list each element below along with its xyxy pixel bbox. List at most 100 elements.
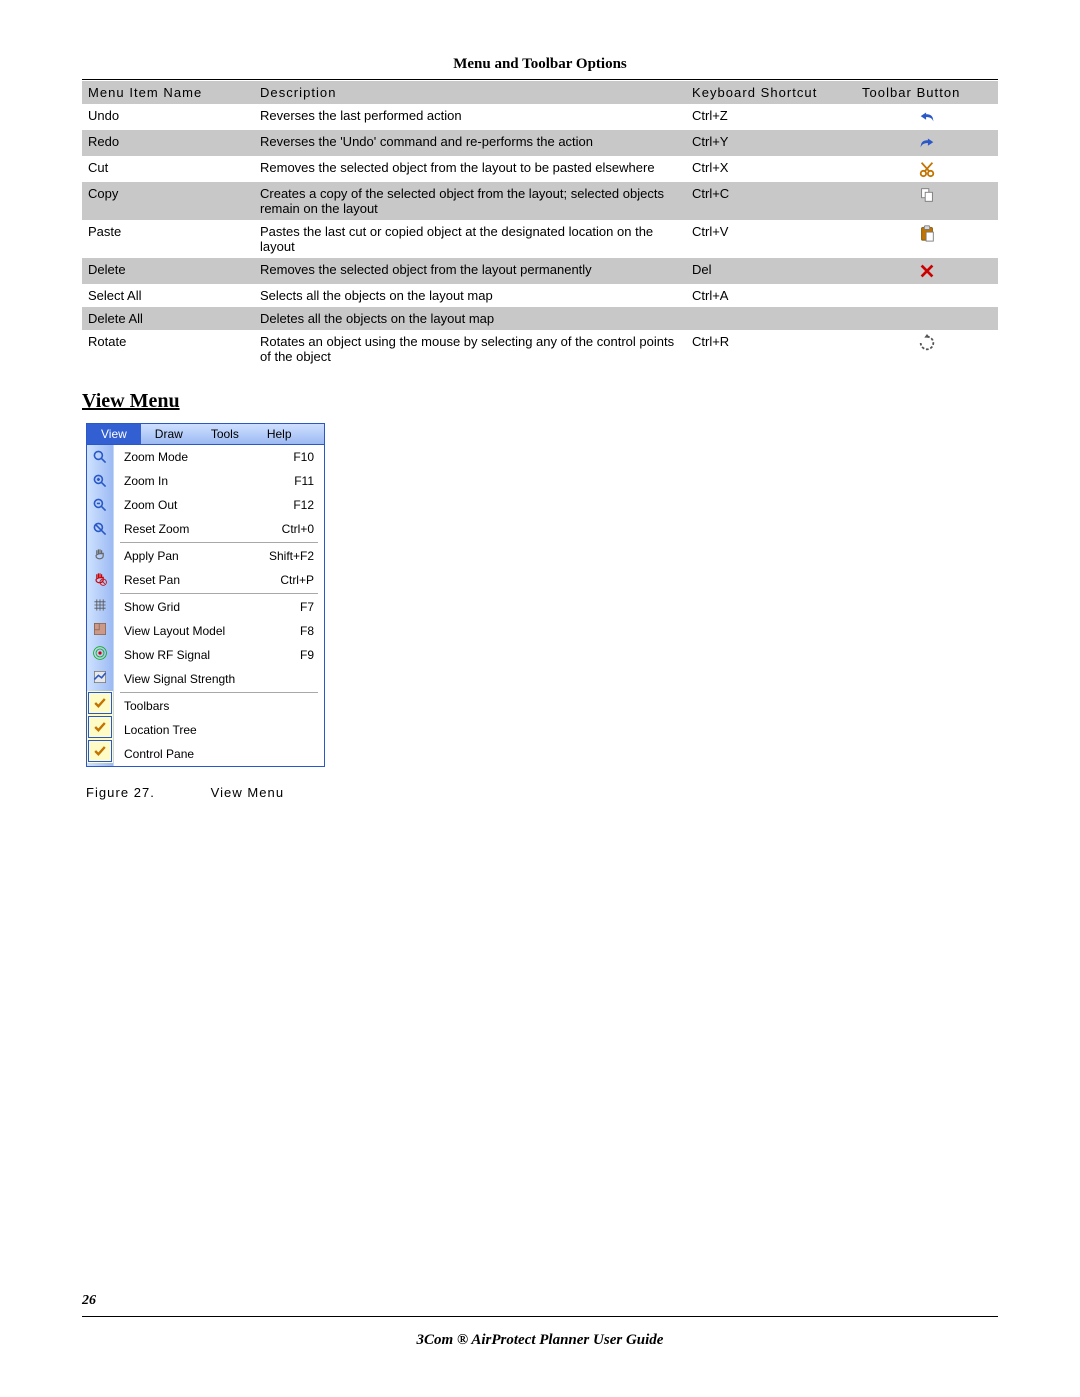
menu-item-shortcut: Ctrl+0 — [266, 522, 314, 536]
table-row: DeleteRemoves the selected object from t… — [82, 258, 998, 284]
menu-item-shortcut — [686, 307, 856, 330]
paste-icon — [918, 224, 936, 242]
menu-item[interactable]: Control Pane — [114, 742, 324, 766]
check-icon — [87, 691, 113, 715]
menu-bar-item[interactable]: Tools — [197, 424, 253, 444]
menu-item-shortcut: Ctrl+X — [686, 156, 856, 182]
table-header: Keyboard Shortcut — [686, 81, 856, 104]
menu-item-shortcut: F11 — [278, 474, 314, 488]
menu-item[interactable]: Reset PanCtrl+P — [114, 568, 324, 592]
menu-bar-item[interactable]: Help — [253, 424, 306, 444]
check-icon — [87, 739, 113, 763]
show-grid-icon — [87, 593, 113, 617]
menu-item-label: Reset Zoom — [124, 522, 266, 536]
view-signal-icon — [87, 665, 113, 689]
menu-item-shortcut: Ctrl+A — [686, 284, 856, 307]
toolbar-button-cell — [856, 330, 998, 368]
menu-icon-strip — [87, 445, 114, 766]
menu-item-shortcut: Ctrl+P — [264, 573, 314, 587]
table-row: Select AllSelects all the objects on the… — [82, 284, 998, 307]
menu-item-label: Show RF Signal — [124, 648, 284, 662]
section-heading-view-menu: View Menu — [82, 390, 998, 413]
table-row: RedoReverses the 'Undo' command and re-p… — [82, 130, 998, 156]
menu-separator — [120, 692, 318, 693]
menu-item-label: Reset Pan — [124, 573, 264, 587]
menu-item-shortcut: Ctrl+V — [686, 220, 856, 258]
reset-pan-icon — [87, 567, 113, 591]
check-icon — [87, 715, 113, 739]
menu-item-description: Removes the selected object from the lay… — [254, 258, 686, 284]
figure-number: Figure 27. — [86, 785, 206, 800]
menu-item-shortcut: F8 — [284, 624, 314, 638]
menu-item-description: Reverses the 'Undo' command and re-perfo… — [254, 130, 686, 156]
reset-zoom-icon — [87, 517, 113, 541]
menu-item-description: Creates a copy of the selected object fr… — [254, 182, 686, 220]
zoom-mode-icon — [87, 445, 113, 469]
menu-item[interactable]: Zoom OutF12 — [114, 493, 324, 517]
footer-title: 3Com ® AirProtect Planner User Guide — [0, 1332, 1080, 1349]
menu-item-label: Location Tree — [124, 723, 298, 737]
toolbar-button-cell — [856, 156, 998, 182]
menu-item-name: Paste — [82, 220, 254, 258]
menu-item-label: View Signal Strength — [124, 672, 298, 686]
zoom-in-icon — [87, 469, 113, 493]
toolbar-button-cell — [856, 220, 998, 258]
menu-item-name: Copy — [82, 182, 254, 220]
menu-item[interactable]: Reset ZoomCtrl+0 — [114, 517, 324, 541]
menu-item-description: Rotates an object using the mouse by sel… — [254, 330, 686, 368]
figure-title: View Menu — [211, 785, 284, 800]
menu-bar-item[interactable]: View — [87, 424, 141, 444]
menu-item-shortcut: Shift+F2 — [253, 549, 314, 563]
menu-item-list: Zoom ModeF10Zoom InF11Zoom OutF12Reset Z… — [114, 445, 324, 766]
menu-item-name: Undo — [82, 104, 254, 130]
table-row: RotateRotates an object using the mouse … — [82, 330, 998, 368]
menu-item-description: Pastes the last cut or copied object at … — [254, 220, 686, 258]
menu-item[interactable]: Location Tree — [114, 718, 324, 742]
menu-item-shortcut: Ctrl+C — [686, 182, 856, 220]
table-header: Menu Item Name — [82, 81, 254, 104]
delete-icon — [918, 262, 936, 280]
menu-item-description: Selects all the objects on the layout ma… — [254, 284, 686, 307]
menu-item-shortcut: Ctrl+R — [686, 330, 856, 368]
menu-item-name: Select All — [82, 284, 254, 307]
menu-item[interactable]: Apply PanShift+F2 — [114, 544, 324, 568]
menu-item-shortcut: Del — [686, 258, 856, 284]
cut-icon — [918, 160, 936, 178]
menu-item-label: View Layout Model — [124, 624, 284, 638]
table-header: Toolbar Button — [856, 81, 998, 104]
menu-item-name: Cut — [82, 156, 254, 182]
menu-item-shortcut: F9 — [284, 648, 314, 662]
menu-item-name: Delete All — [82, 307, 254, 330]
menu-item[interactable]: View Layout ModelF8 — [114, 619, 324, 643]
menu-item-shortcut: Ctrl+Y — [686, 130, 856, 156]
menu-item[interactable]: View Signal Strength — [114, 667, 324, 691]
menu-item-shortcut: F7 — [284, 600, 314, 614]
view-layout-icon — [87, 617, 113, 641]
toolbar-button-cell — [856, 104, 998, 130]
show-rf-icon — [87, 641, 113, 665]
menu-item[interactable]: Zoom ModeF10 — [114, 445, 324, 469]
toolbar-button-cell — [856, 258, 998, 284]
menu-item-description: Reverses the last performed action — [254, 104, 686, 130]
menu-item[interactable]: Show GridF7 — [114, 595, 324, 619]
view-menu-screenshot: ViewDrawToolsHelp Zoom ModeF10Zoom InF11… — [86, 423, 325, 767]
table-row: Delete AllDeletes all the objects on the… — [82, 307, 998, 330]
header-rule — [82, 79, 998, 80]
menu-item-label: Apply Pan — [124, 549, 253, 563]
menu-separator — [120, 593, 318, 594]
toolbar-button-cell — [856, 130, 998, 156]
menu-item-shortcut: Ctrl+Z — [686, 104, 856, 130]
menu-item[interactable]: Show RF SignalF9 — [114, 643, 324, 667]
table-row: PastePastes the last cut or copied objec… — [82, 220, 998, 258]
figure-caption: Figure 27. View Menu — [86, 785, 998, 800]
menu-item-name: Delete — [82, 258, 254, 284]
menu-options-table: Menu Item NameDescriptionKeyboard Shortc… — [82, 81, 998, 368]
menu-bar-item[interactable]: Draw — [141, 424, 197, 444]
menu-separator — [120, 542, 318, 543]
menu-item[interactable]: Zoom InF11 — [114, 469, 324, 493]
zoom-out-icon — [87, 493, 113, 517]
rotate-icon — [918, 334, 936, 352]
table-header: Description — [254, 81, 686, 104]
menu-item[interactable]: Toolbars — [114, 694, 324, 718]
menu-item-shortcut: F12 — [277, 498, 314, 512]
